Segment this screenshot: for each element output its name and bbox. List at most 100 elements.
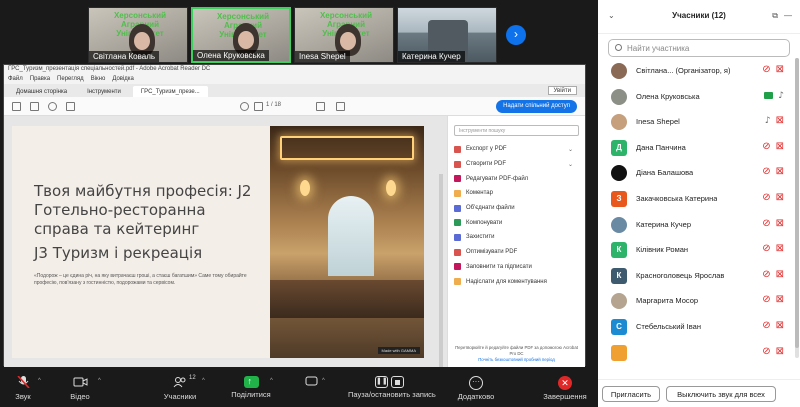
- tool-item[interactable]: Створити PDF ⌄: [448, 157, 585, 172]
- video-options-chevron[interactable]: ^: [98, 378, 101, 384]
- tool-label: Редагувати PDF-файл: [466, 175, 529, 182]
- page-up-icon[interactable]: [254, 102, 263, 111]
- participants-options-chevron[interactable]: ^: [202, 378, 205, 384]
- participant-row[interactable]: К Красноголовець Ярослав ⊘ ⊠: [598, 263, 794, 289]
- tool-label: Заповнити та підписати: [466, 263, 532, 270]
- more-button[interactable]: ··· Додатково: [448, 367, 504, 407]
- mail-icon[interactable]: [66, 102, 75, 111]
- tab-tools[interactable]: Інструменти: [79, 86, 129, 97]
- mic-muted-icon: [16, 375, 30, 389]
- avatar: [611, 344, 627, 361]
- cursor-icon[interactable]: [316, 102, 325, 111]
- tools-promo: Перетворюйте й редагуйте файли PDF за до…: [454, 345, 579, 363]
- chevron-down-icon[interactable]: ⌄: [568, 146, 573, 153]
- chevron-down-icon[interactable]: ⌄: [568, 161, 573, 168]
- menu-help[interactable]: Довідка: [112, 74, 134, 84]
- audio-options-chevron[interactable]: ^: [38, 378, 41, 384]
- audio-button[interactable]: Звук: [6, 367, 40, 407]
- more-apps-chevron[interactable]: ^: [322, 378, 325, 384]
- participant-row[interactable]: Inesa Shepel ♪ ⊠: [598, 109, 794, 135]
- save-icon[interactable]: [12, 102, 21, 111]
- minus-icon[interactable]: —: [784, 11, 792, 20]
- meeting-toolbar: Звук ^ Відео ^ Учасники 12 ^ ↑ Поділитис…: [0, 367, 598, 407]
- participant-row[interactable]: Олена Круковська ♪: [598, 84, 794, 110]
- video-tile[interactable]: Херсонський Аграрний Університет Світлан…: [88, 7, 188, 63]
- tool-icon: [454, 189, 461, 197]
- participant-row[interactable]: Д Дана Панчина ⊘ ⊠: [598, 135, 794, 161]
- tool-item[interactable]: Захистити: [448, 230, 585, 245]
- menu-edit[interactable]: Правка: [30, 74, 50, 84]
- video-tile[interactable]: Катерина Кучер: [397, 7, 497, 63]
- pause-recording-button[interactable]: ❚❚ Пауза/остановить запись: [348, 367, 436, 407]
- sign-in-button[interactable]: Увійти: [547, 86, 577, 95]
- participants-header: ⌄ Учасники (12) ⧉ —: [598, 0, 800, 34]
- participant-row[interactable]: Діана Балашова ⊘ ⊠: [598, 160, 794, 186]
- mic-muted-icon: ⊘: [762, 319, 771, 331]
- chat-icon: [305, 376, 317, 386]
- participant-search-input[interactable]: Найти участника: [608, 39, 790, 57]
- mute-all-button[interactable]: Выключить звук для всех: [666, 386, 776, 402]
- acrobat-tabs: Домашня сторінка Інструменти ГРС_Туризм_…: [4, 84, 585, 97]
- tab-document[interactable]: ГРС_Туризм_презе...: [132, 86, 208, 97]
- video-tile[interactable]: Херсонський Аграрний Університет Inesa S…: [294, 7, 394, 63]
- share-document-button[interactable]: Надати спільний доступ: [496, 100, 577, 113]
- video-button[interactable]: Відео: [60, 367, 100, 407]
- tab-home[interactable]: Домашня сторінка: [8, 86, 75, 97]
- made-with-badge: Made with GAMMA: [377, 347, 420, 354]
- page-indicator[interactable]: 1 / 18: [266, 102, 281, 108]
- tile-name: Світлана Коваль: [89, 51, 160, 62]
- tool-item[interactable]: Оптимізувати PDF: [448, 245, 585, 260]
- tool-item[interactable]: Компонувати: [448, 215, 585, 230]
- menu-window[interactable]: Вікно: [91, 74, 106, 84]
- video-off-icon: ⊠: [775, 319, 784, 331]
- tool-label: Коментар: [466, 190, 493, 197]
- menu-file[interactable]: Файл: [8, 74, 23, 84]
- participants-button[interactable]: Учасники: [158, 367, 202, 407]
- participant-status: ♪ ⊠: [765, 116, 784, 127]
- trial-link[interactable]: Почніть безкоштовний пробний період: [454, 357, 579, 363]
- participant-status: ⊘ ⊠: [762, 218, 784, 229]
- video-tile-active-speaker[interactable]: Херсонський Аграрний Університет Олена К…: [191, 7, 291, 63]
- document-view[interactable]: Твоя майбутня професія: J2 Готельно-рест…: [4, 116, 447, 404]
- participant-row[interactable]: Катерина Кучер ⊘ ⊠: [598, 212, 794, 238]
- reactions-button[interactable]: [300, 367, 322, 407]
- participants-scrollbar[interactable]: [795, 58, 799, 358]
- tools-search-input[interactable]: Інструменти пошуку: [454, 125, 579, 136]
- mic-muted-icon: ⊘: [762, 345, 771, 357]
- tool-item[interactable]: Експорт у PDF ⌄: [448, 142, 585, 157]
- tool-icon: [454, 233, 461, 241]
- end-meeting-button[interactable]: ✕ Завершення: [540, 367, 590, 407]
- print-icon[interactable]: [30, 102, 39, 111]
- avatar: К: [611, 242, 627, 259]
- video-off-icon: ⊠: [775, 294, 784, 306]
- participant-row[interactable]: Світлана... (Організатор, я) ⊘ ⊠: [598, 58, 794, 84]
- tool-item[interactable]: Редагувати PDF-файл: [448, 171, 585, 186]
- video-off-icon: ⊠: [775, 140, 784, 152]
- video-gallery-strip: Херсонський Аграрний Університет Світлан…: [88, 7, 497, 63]
- participant-row[interactable]: С Стебельський Іван ⊘ ⊠: [598, 314, 794, 340]
- participant-status: ⊘ ⊠: [762, 319, 784, 331]
- tool-item[interactable]: Коментар: [448, 186, 585, 201]
- invite-button[interactable]: Пригласить: [602, 386, 660, 402]
- tool-icon: [454, 160, 461, 168]
- pen-icon[interactable]: [336, 102, 345, 111]
- tool-item[interactable]: Заповнити та підписати: [448, 260, 585, 275]
- avatar: [611, 216, 627, 233]
- tools-list: Експорт у PDF ⌄ Створити PDF ⌄ Редагувати PD…: [448, 142, 585, 289]
- menu-view[interactable]: Перегляд: [57, 74, 84, 84]
- participant-row[interactable]: Маргарита Мосор ⊘ ⊠: [598, 288, 794, 314]
- participant-row[interactable]: К Кілівник Роман ⊘ ⊠: [598, 237, 794, 263]
- share-screen-button[interactable]: ↑ Поділитися: [226, 367, 276, 407]
- search-icon[interactable]: [48, 102, 57, 111]
- participant-row[interactable]: З Закачковська Катерина ⊘ ⊠: [598, 186, 794, 212]
- participant-row[interactable]: ⊘ ⊠: [598, 340, 794, 366]
- participant-status: ⊘ ⊠: [762, 140, 784, 152]
- participant-name: Красноголовець Ярослав: [636, 270, 725, 280]
- share-options-chevron[interactable]: ^: [270, 378, 273, 384]
- tool-item[interactable]: Об'єднати файли: [448, 201, 585, 216]
- help-icon[interactable]: [240, 102, 249, 111]
- tool-item[interactable]: Надіслати для коментування: [448, 274, 585, 289]
- pop-out-icon[interactable]: ⧉: [772, 11, 778, 21]
- participant-name: Маргарита Мосор: [636, 296, 699, 306]
- gallery-next-button[interactable]: ›: [506, 25, 526, 45]
